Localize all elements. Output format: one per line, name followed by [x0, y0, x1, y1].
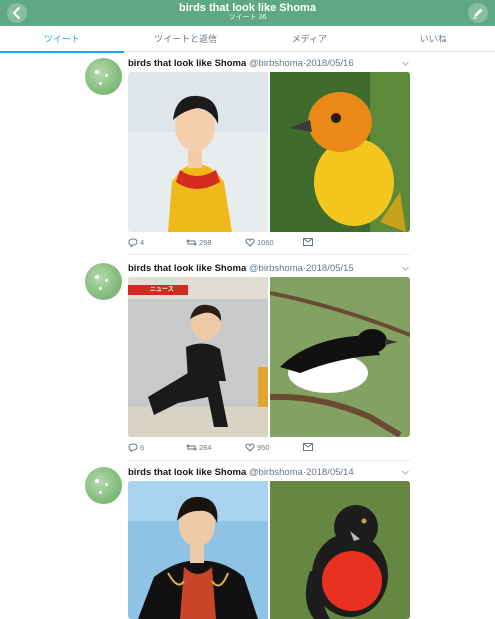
- profile-title: birds that look like Shoma: [179, 2, 316, 14]
- photo-bird-yellow[interactable]: [270, 72, 410, 232]
- tab-media[interactable]: メディア: [248, 26, 372, 52]
- tweet-media[interactable]: [128, 481, 410, 619]
- avatar[interactable]: [85, 58, 122, 95]
- reply-icon: [128, 443, 138, 452]
- avatar[interactable]: [85, 263, 122, 300]
- avatar[interactable]: [85, 467, 122, 504]
- timestamp[interactable]: 2018/05/15: [306, 263, 354, 274]
- like-count: 950: [257, 443, 270, 452]
- tweet-actions: 4 298 1060: [128, 238, 410, 250]
- tweet-actions: 6 284 950: [128, 443, 410, 455]
- tweet-divider: [128, 460, 410, 461]
- heart-icon: [245, 443, 255, 452]
- display-name[interactable]: birds that look like Shoma: [128, 467, 246, 478]
- tweet-item[interactable]: birds that look like Shoma @birbshoma·20…: [0, 467, 495, 619]
- handle[interactable]: @birbshoma: [249, 467, 303, 478]
- timestamp[interactable]: 2018/05/16: [306, 58, 354, 69]
- retweet-icon: [186, 444, 197, 451]
- photo-skater-costume[interactable]: [128, 481, 268, 619]
- compose-icon: [473, 8, 483, 19]
- tab-likes[interactable]: いいね: [371, 26, 495, 52]
- like-button[interactable]: 950: [245, 443, 270, 452]
- like-button[interactable]: 1060: [245, 238, 274, 247]
- retweet-count: 284: [199, 443, 212, 452]
- retweet-count: 298: [199, 238, 212, 247]
- handle[interactable]: @birbshoma: [249, 58, 303, 69]
- tab-tweets[interactable]: ツイート: [0, 26, 124, 53]
- tweet-media[interactable]: ニュース: [128, 277, 410, 437]
- display-name[interactable]: birds that look like Shoma: [128, 263, 246, 274]
- tweet-media[interactable]: [128, 72, 410, 232]
- tweet-item[interactable]: birds that look like Shoma @birbshoma·20…: [0, 263, 495, 463]
- like-count: 1060: [257, 238, 274, 247]
- photo-bird-red[interactable]: [270, 481, 410, 619]
- reply-count: 6: [140, 443, 145, 452]
- photo-skater[interactable]: [128, 72, 268, 232]
- dm-button[interactable]: [303, 443, 313, 451]
- tweet-count: ツイート 36: [228, 14, 267, 21]
- chevron-down-icon[interactable]: [401, 264, 410, 273]
- heart-icon: [245, 238, 255, 247]
- timestamp[interactable]: 2018/05/14: [306, 467, 354, 478]
- tweet-divider: [128, 254, 410, 255]
- photo-bird-magpie[interactable]: [270, 277, 410, 437]
- tweet-header: birds that look like Shoma @birbshoma·20…: [128, 58, 354, 69]
- chevron-down-icon[interactable]: [401, 468, 410, 477]
- handle[interactable]: @birbshoma: [249, 263, 303, 274]
- reply-count: 4: [140, 238, 145, 247]
- envelope-icon: [303, 238, 313, 246]
- reply-button[interactable]: 6: [128, 443, 144, 452]
- dm-button[interactable]: [303, 238, 313, 246]
- reply-icon: [128, 238, 138, 247]
- envelope-icon: [303, 443, 313, 451]
- tweet-header: birds that look like Shoma @birbshoma·20…: [128, 263, 354, 274]
- compose-button[interactable]: [468, 3, 488, 23]
- tab-tweets-and-replies[interactable]: ツイートと返信: [124, 26, 248, 52]
- photo-caption: ニュース: [150, 287, 174, 293]
- app-header: birds that look like Shoma ツイート 36: [0, 0, 495, 26]
- chevron-down-icon[interactable]: [401, 59, 410, 68]
- retweet-button[interactable]: 298: [186, 238, 212, 247]
- display-name[interactable]: birds that look like Shoma: [128, 58, 246, 69]
- tweet-item[interactable]: birds that look like Shoma @birbshoma·20…: [0, 58, 495, 258]
- retweet-button[interactable]: 284: [186, 443, 212, 452]
- profile-tabs: ツイート ツイートと返信 メディア いいね: [0, 26, 495, 53]
- reply-button[interactable]: 4: [128, 238, 144, 247]
- tweet-header: birds that look like Shoma @birbshoma·20…: [128, 467, 354, 478]
- retweet-icon: [186, 239, 197, 246]
- photo-skater-practice[interactable]: ニュース: [128, 277, 268, 437]
